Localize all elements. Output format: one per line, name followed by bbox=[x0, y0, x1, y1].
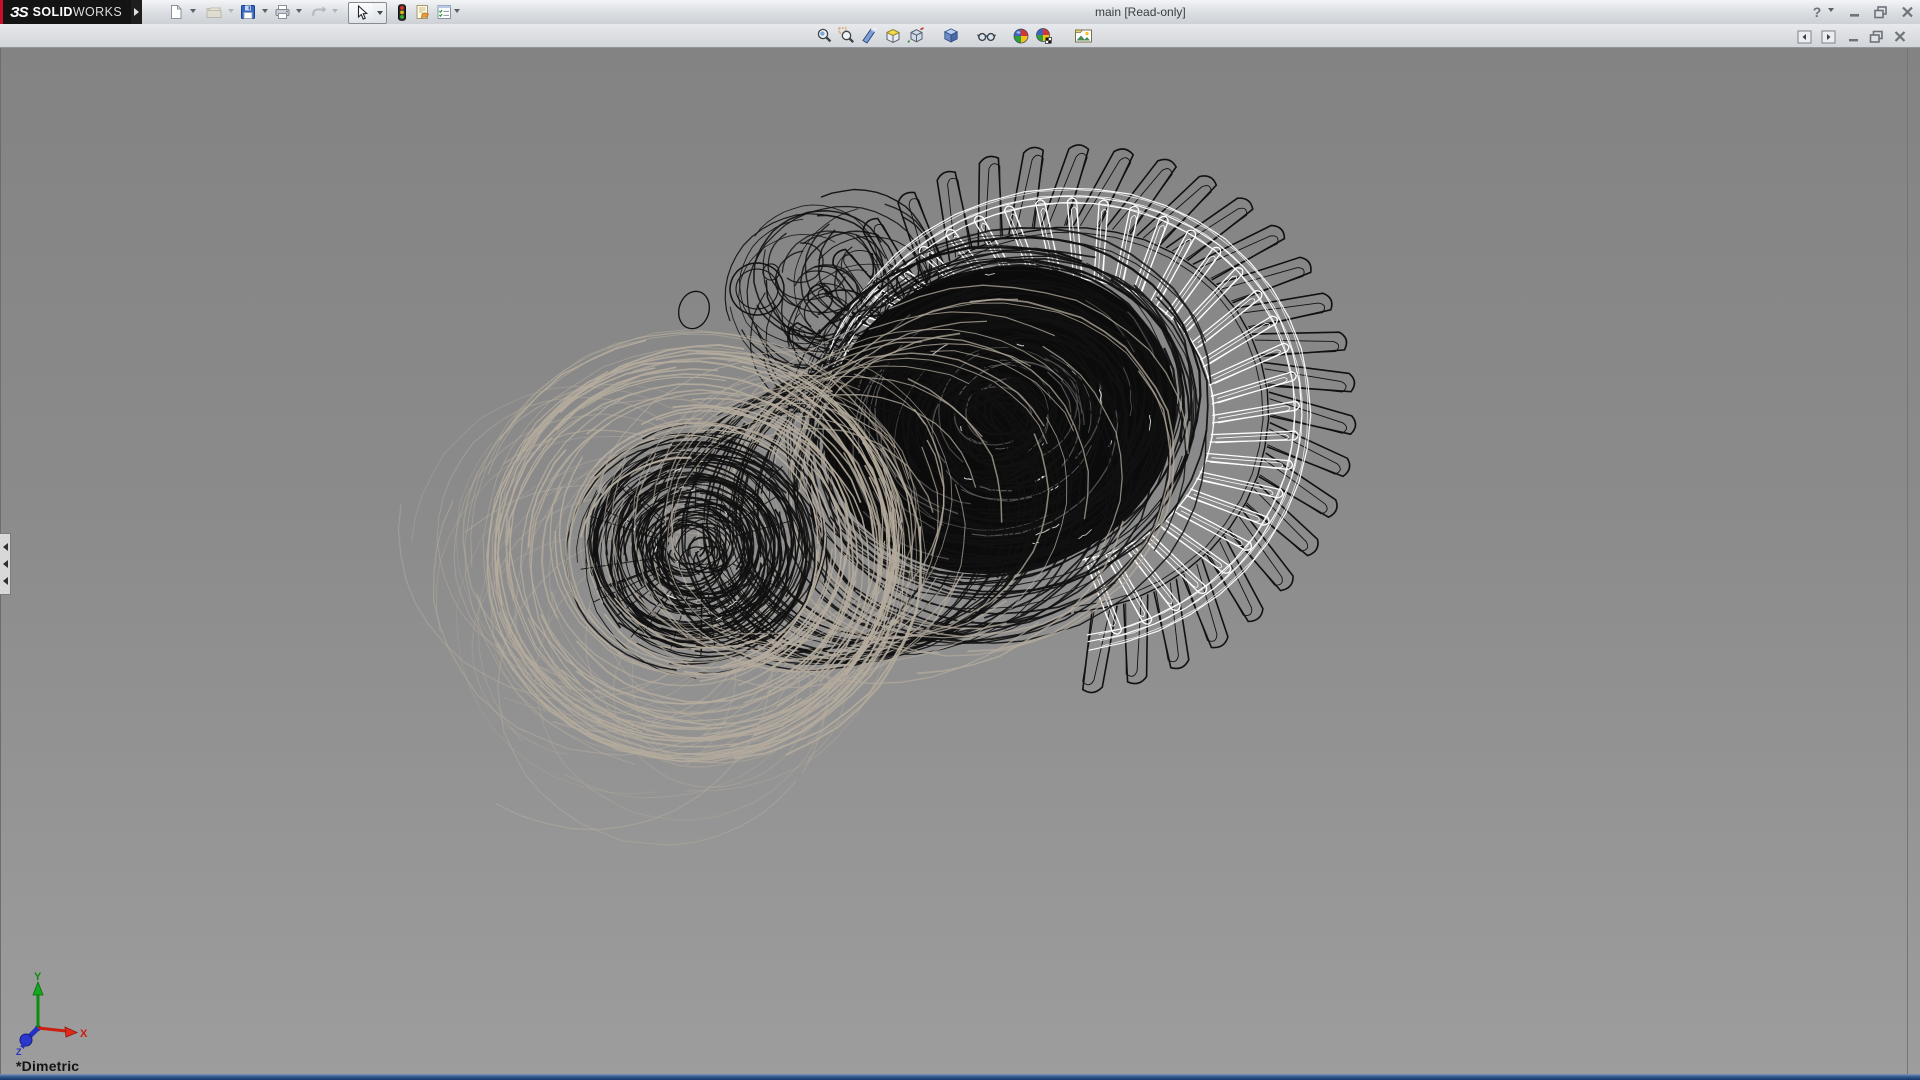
section-view-button[interactable] bbox=[859, 26, 879, 45]
zoom-to-area-button[interactable] bbox=[836, 26, 856, 45]
open-folder-icon bbox=[206, 4, 223, 20]
open-document-button[interactable] bbox=[204, 2, 224, 22]
close-document-button[interactable] bbox=[1890, 27, 1910, 46]
collapse-arrow-icon bbox=[0, 577, 8, 585]
undo-arrow-icon bbox=[310, 4, 327, 20]
help-icon: ? bbox=[1813, 4, 1822, 20]
print-dropdown[interactable] bbox=[294, 9, 303, 16]
pane-left-icon bbox=[1797, 30, 1812, 44]
right-arrow-icon bbox=[134, 8, 143, 16]
save-dropdown[interactable] bbox=[260, 9, 269, 16]
options-button[interactable] bbox=[434, 2, 454, 22]
collapse-arrow-icon bbox=[0, 560, 8, 568]
save-button[interactable] bbox=[238, 2, 258, 22]
toolbar-flyout-arrow[interactable] bbox=[131, 0, 142, 24]
featuremanager-collapsed-tab[interactable] bbox=[0, 533, 11, 595]
triad-y-label: Y bbox=[34, 971, 42, 983]
new-document-button[interactable] bbox=[166, 2, 186, 22]
taskbar-edge bbox=[0, 1074, 1920, 1080]
pane-right-button[interactable] bbox=[1818, 27, 1838, 46]
collapse-arrow-icon bbox=[0, 543, 8, 551]
close-button[interactable] bbox=[1898, 4, 1916, 20]
printer-icon bbox=[274, 4, 291, 20]
restore-document-icon bbox=[1869, 30, 1884, 44]
save-floppy-icon bbox=[240, 4, 256, 20]
traffic-light-icon bbox=[396, 4, 408, 21]
3d-drawing-view-button[interactable] bbox=[906, 26, 926, 45]
view-settings-icon bbox=[1074, 27, 1093, 44]
new-document-dropdown[interactable] bbox=[188, 9, 197, 16]
restore-icon bbox=[1874, 6, 1888, 19]
section-view-icon bbox=[860, 27, 878, 44]
3d-drawing-view-icon bbox=[907, 27, 925, 44]
edit-appearance-button[interactable] bbox=[1011, 26, 1031, 45]
close-icon bbox=[1901, 6, 1914, 18]
view-orientation-button[interactable] bbox=[883, 26, 903, 45]
rebuild-button[interactable] bbox=[392, 2, 412, 22]
help-button[interactable]: ? bbox=[1808, 4, 1826, 20]
document-title: main [Read-only] bbox=[1095, 5, 1186, 19]
zoom-to-fit-icon bbox=[816, 27, 833, 44]
engine-wireframe-model bbox=[0, 48, 1920, 1074]
close-document-icon bbox=[1893, 30, 1907, 43]
file-properties-icon bbox=[414, 4, 431, 20]
minimize-button[interactable] bbox=[1846, 4, 1864, 20]
viewport-right-edge bbox=[1907, 48, 1908, 1074]
help-dropdown[interactable] bbox=[1826, 8, 1835, 15]
minimize-document-button[interactable] bbox=[1844, 27, 1864, 46]
new-document-icon bbox=[168, 4, 184, 20]
options-dropdown[interactable] bbox=[452, 9, 461, 16]
zoom-to-fit-button[interactable] bbox=[814, 26, 834, 45]
restore-document-button[interactable] bbox=[1866, 27, 1886, 46]
pane-right-icon bbox=[1821, 30, 1836, 44]
view-orientation-icon bbox=[884, 27, 902, 44]
zoom-to-area-icon bbox=[838, 27, 855, 44]
apply-scene-button[interactable] bbox=[1034, 26, 1054, 45]
brand-name-bold: SOLID bbox=[33, 5, 73, 19]
display-style-button[interactable] bbox=[941, 26, 961, 45]
options-checklist-icon bbox=[436, 4, 453, 20]
logo-3s-icon: ЗS bbox=[10, 4, 28, 21]
hide-show-items-button[interactable] bbox=[976, 26, 996, 45]
minimize-icon bbox=[1849, 6, 1861, 18]
print-button[interactable] bbox=[272, 2, 292, 22]
triad-z-label: Z bbox=[16, 1047, 22, 1056]
restore-button[interactable] bbox=[1872, 4, 1890, 20]
appearance-ball-icon bbox=[1012, 27, 1030, 45]
titlebar: ЗS SOLIDWORKS bbox=[0, 0, 1920, 25]
triad-x-label: X bbox=[80, 1028, 88, 1040]
select-cursor-icon bbox=[354, 5, 369, 21]
undo-button[interactable] bbox=[308, 2, 328, 22]
select-tool-button[interactable] bbox=[348, 2, 374, 24]
select-tool-dropdown[interactable] bbox=[373, 2, 387, 24]
view-toolbar bbox=[0, 24, 1920, 48]
apply-scene-icon bbox=[1035, 27, 1053, 45]
file-properties-button[interactable] bbox=[412, 2, 432, 22]
open-document-dropdown[interactable] bbox=[226, 9, 235, 16]
brand-name-light: WORKS bbox=[73, 5, 122, 19]
pane-left-button[interactable] bbox=[1794, 27, 1814, 46]
undo-dropdown[interactable] bbox=[330, 9, 339, 16]
view-orientation-label: *Dimetric bbox=[16, 1058, 79, 1074]
display-style-icon bbox=[942, 27, 960, 44]
view-settings-button[interactable] bbox=[1073, 26, 1093, 45]
solidworks-window: ЗS SOLIDWORKS bbox=[0, 0, 1920, 1080]
glasses-icon bbox=[977, 28, 996, 44]
minimize-document-icon bbox=[1848, 30, 1861, 43]
app-logo: ЗS SOLIDWORKS bbox=[0, 0, 131, 24]
reference-triad: Y X Z bbox=[14, 970, 92, 1056]
